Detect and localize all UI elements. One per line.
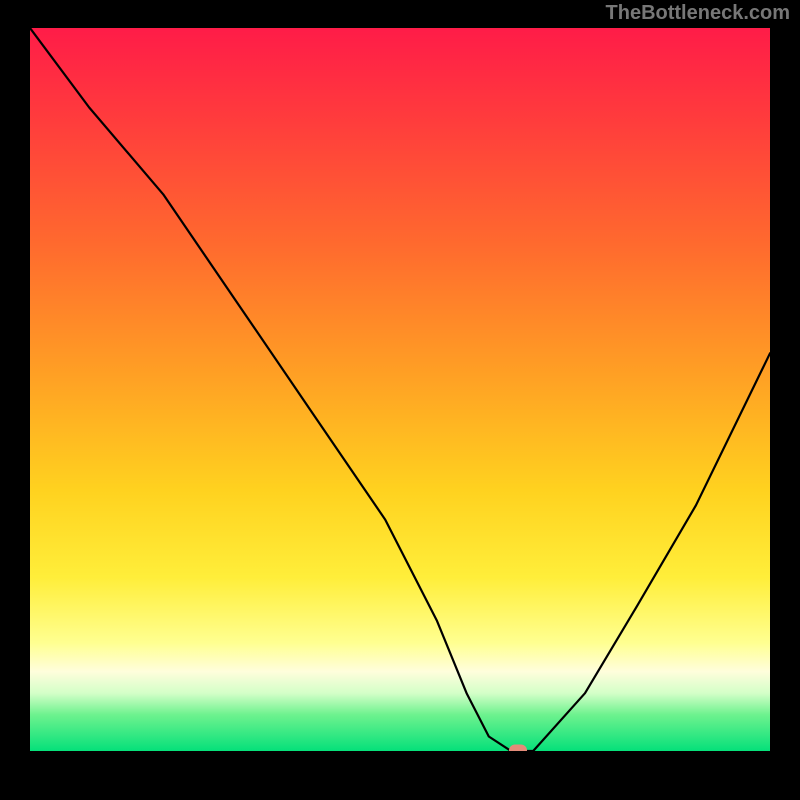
watermark-text: TheBottleneck.com <box>606 2 790 25</box>
bottleneck-curve <box>30 28 770 751</box>
chart-baseline <box>30 751 770 770</box>
chart-container <box>30 28 770 770</box>
